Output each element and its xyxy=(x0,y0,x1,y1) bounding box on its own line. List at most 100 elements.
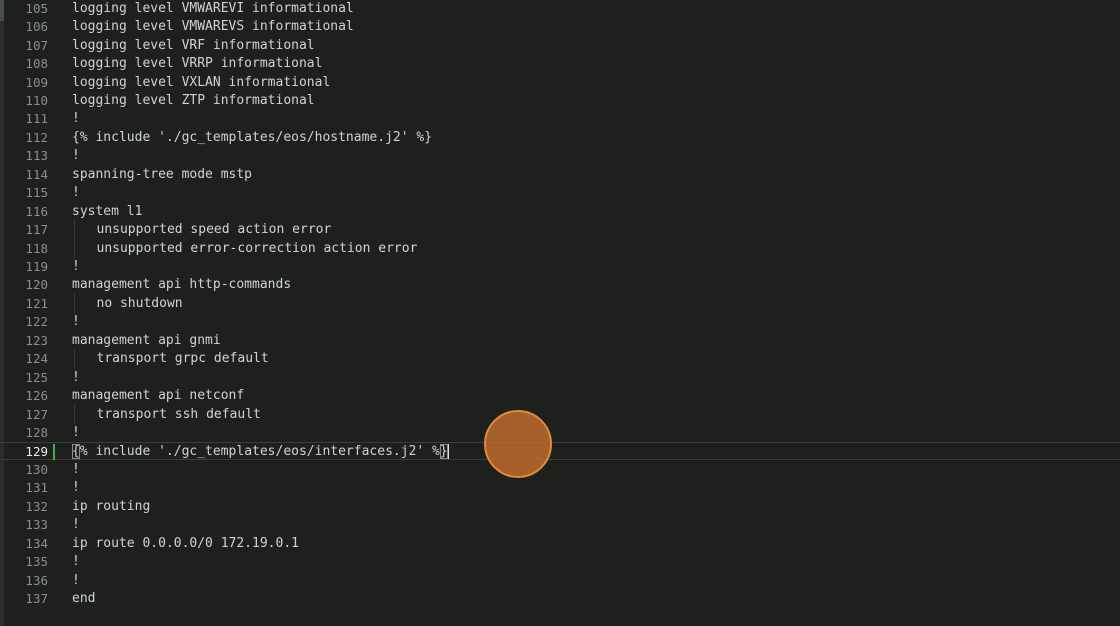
code-line[interactable]: 121 no shutdown xyxy=(0,294,1120,313)
code-line[interactable]: 137 end xyxy=(0,589,1120,607)
code-line[interactable]: 135! xyxy=(0,553,1120,571)
line-text[interactable]: ! xyxy=(72,259,80,274)
line-number[interactable]: 135 xyxy=(18,554,48,569)
code-line[interactable]: 122! xyxy=(0,313,1120,331)
code-line[interactable]: 116 system l1 xyxy=(0,202,1120,220)
code-line[interactable]: 106 logging level VMWAREVS informational xyxy=(0,17,1120,35)
code-line[interactable]: 112 {% include './gc_templates/eos/hostna… xyxy=(0,128,1120,146)
line-text[interactable]: ! xyxy=(72,517,80,532)
line-number[interactable]: 132 xyxy=(18,499,48,514)
code-line[interactable]: 120 management api http-commands xyxy=(0,276,1120,294)
code-line[interactable]: 123 management api gnmi xyxy=(0,331,1120,349)
code-line[interactable]: 114 spanning-tree mode mstp xyxy=(0,165,1120,183)
line-number[interactable]: 122 xyxy=(18,314,48,329)
code-line[interactable]: 124 transport grpc default xyxy=(0,349,1120,368)
line-text[interactable]: ip route 0.0.0.0/0 172.19.0.1 xyxy=(72,536,299,551)
code-line[interactable]: 105 logging level VMWAREVI informational xyxy=(0,0,1120,17)
line-number[interactable]: 113 xyxy=(18,148,48,163)
line-text[interactable]: ! xyxy=(72,370,80,385)
line-number[interactable]: 123 xyxy=(18,333,48,348)
line-number[interactable]: 108 xyxy=(18,56,48,71)
line-text[interactable]: {% include './gc_templates/eos/interface… xyxy=(72,443,449,459)
line-number[interactable]: 117 xyxy=(18,222,48,237)
line-number[interactable]: 130 xyxy=(18,462,48,477)
line-number[interactable]: 124 xyxy=(18,351,48,366)
line-number[interactable]: 133 xyxy=(18,517,48,532)
line-number[interactable]: 109 xyxy=(18,75,48,90)
code-line[interactable]: 133! xyxy=(0,516,1120,534)
code-line[interactable]: 130! xyxy=(0,460,1120,478)
line-text[interactable]: spanning-tree mode mstp xyxy=(72,167,252,182)
line-text[interactable]: ip routing xyxy=(72,499,150,514)
line-text[interactable]: ! xyxy=(72,148,80,163)
line-text[interactable]: ! xyxy=(72,314,80,329)
line-number[interactable]: 105 xyxy=(18,1,48,16)
code-line[interactable]: 136! xyxy=(0,571,1120,589)
code-line[interactable]: 132 ip routing xyxy=(0,497,1120,515)
code-line[interactable]: 107 logging level VRF informational xyxy=(0,36,1120,54)
code-line[interactable]: 108 logging level VRRP informational xyxy=(0,54,1120,72)
code-line[interactable]: 128! xyxy=(0,423,1120,441)
code-line[interactable]: 111! xyxy=(0,110,1120,128)
line-text[interactable]: end xyxy=(72,591,95,606)
line-number[interactable]: 134 xyxy=(18,536,48,551)
line-number[interactable]: 119 xyxy=(18,259,48,274)
line-number[interactable]: 127 xyxy=(18,407,48,422)
line-text[interactable]: ! xyxy=(72,425,80,440)
line-text[interactable]: ! xyxy=(72,111,80,126)
code-line[interactable]: 125! xyxy=(0,368,1120,386)
line-number[interactable]: 118 xyxy=(18,241,48,256)
code-line[interactable]: 117 unsupported speed action error xyxy=(0,220,1120,239)
line-text[interactable]: ! xyxy=(72,573,80,588)
line-number[interactable]: 115 xyxy=(18,185,48,200)
line-text[interactable]: ! xyxy=(72,554,80,569)
code-line[interactable]: 110 logging level ZTP informational xyxy=(0,91,1120,109)
line-text[interactable]: no shutdown xyxy=(97,296,183,311)
line-number[interactable]: 137 xyxy=(18,591,48,606)
line-text[interactable]: {% include './gc_templates/eos/hostname.… xyxy=(72,130,432,145)
code-line[interactable]: 134 ip route 0.0.0.0/0 172.19.0.1 xyxy=(0,534,1120,552)
line-text[interactable]: system l1 xyxy=(72,204,142,219)
line-text[interactable]: transport ssh default xyxy=(97,407,261,422)
line-number[interactable]: 126 xyxy=(18,388,48,403)
code-line[interactable]: 109 logging level VXLAN informational xyxy=(0,73,1120,91)
line-text[interactable]: logging level VMWAREVI informational xyxy=(72,1,354,16)
line-text[interactable]: logging level VRRP informational xyxy=(72,56,322,71)
line-number[interactable]: 106 xyxy=(18,19,48,34)
code-editor[interactable]: 105 logging level VMWAREVI informational 1… xyxy=(0,0,1120,626)
code-line[interactable]: 129 {% include './gc_templates/eos/interf… xyxy=(0,441,1120,461)
line-number[interactable]: 112 xyxy=(18,130,48,145)
line-text[interactable]: management api netconf xyxy=(72,388,244,403)
code-line[interactable]: 127 transport ssh default xyxy=(0,404,1120,424)
line-number[interactable]: 120 xyxy=(18,277,48,292)
line-text[interactable]: ! xyxy=(72,185,80,200)
line-text[interactable]: management api gnmi xyxy=(72,333,221,348)
line-number[interactable]: 114 xyxy=(18,167,48,182)
line-text[interactable]: ! xyxy=(72,462,80,477)
code-line[interactable]: 118 unsupported error-correction action e… xyxy=(0,238,1120,258)
line-number[interactable]: 125 xyxy=(18,370,48,385)
line-number[interactable]: 129 xyxy=(18,444,48,459)
line-text[interactable]: ! xyxy=(72,480,80,495)
line-number[interactable]: 111 xyxy=(18,111,48,126)
line-number[interactable]: 136 xyxy=(18,573,48,588)
code-line[interactable]: 126 management api netconf xyxy=(0,386,1120,404)
line-number[interactable]: 116 xyxy=(18,204,48,219)
line-number[interactable]: 131 xyxy=(18,480,48,495)
line-text[interactable]: logging level ZTP informational xyxy=(72,93,315,108)
line-text[interactable]: management api http-commands xyxy=(72,277,291,292)
line-text[interactable]: logging level VRF informational xyxy=(72,38,315,53)
line-text[interactable]: unsupported speed action error xyxy=(97,222,332,237)
line-text[interactable]: transport grpc default xyxy=(97,351,269,366)
line-text[interactable]: logging level VMWAREVS informational xyxy=(72,19,354,34)
code-line[interactable]: 119! xyxy=(0,257,1120,275)
line-number[interactable]: 110 xyxy=(18,93,48,108)
line-text[interactable]: unsupported error-correction action erro… xyxy=(97,241,418,256)
line-number[interactable]: 128 xyxy=(18,425,48,440)
code-line[interactable]: 113! xyxy=(0,147,1120,165)
line-number[interactable]: 107 xyxy=(18,38,48,53)
line-text[interactable]: logging level VXLAN informational xyxy=(72,75,330,90)
code-line[interactable]: 115! xyxy=(0,184,1120,202)
code-line[interactable]: 131! xyxy=(0,479,1120,497)
line-number[interactable]: 121 xyxy=(18,296,48,311)
